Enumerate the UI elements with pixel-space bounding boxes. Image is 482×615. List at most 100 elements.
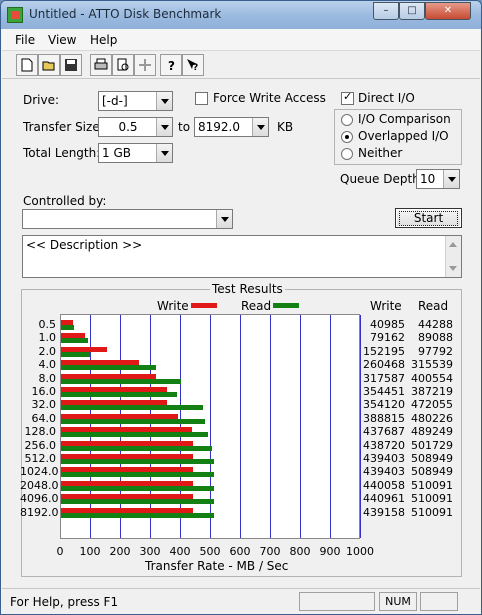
menu-help[interactable]: Help bbox=[90, 33, 117, 47]
context-help-icon[interactable]: ? bbox=[182, 54, 204, 76]
controlled-by-select[interactable] bbox=[22, 209, 233, 229]
neither-radio[interactable] bbox=[341, 148, 353, 160]
read-value: 472055 bbox=[411, 398, 453, 412]
chevron-down-icon[interactable] bbox=[216, 210, 232, 228]
legend-read-label: Read bbox=[241, 299, 272, 313]
drive-label: Drive: bbox=[23, 93, 60, 107]
chevron-down-icon[interactable] bbox=[443, 170, 459, 188]
queue-depth-select[interactable]: 10 bbox=[416, 169, 460, 189]
print-icon[interactable] bbox=[90, 54, 112, 76]
force-write-checkbox[interactable] bbox=[195, 92, 208, 105]
description-field[interactable]: << Description >> bbox=[22, 235, 462, 278]
read-value: 44288 bbox=[418, 318, 453, 331]
read-value: 508949 bbox=[411, 465, 453, 479]
total-length-select[interactable]: 1 GB bbox=[98, 143, 173, 163]
write-value: 354451 bbox=[363, 385, 405, 398]
legend-read-swatch bbox=[273, 303, 299, 308]
status-bar: For Help, press F1 NUM bbox=[2, 588, 480, 614]
start-button-label: Start bbox=[399, 211, 458, 226]
app-window: Untitled - ATTO Disk Benchmark – □ ✕ Fil… bbox=[0, 0, 482, 615]
transfer-to-value: 8192.0 bbox=[198, 120, 240, 134]
to-label: to bbox=[178, 120, 191, 134]
maximize-button[interactable]: □ bbox=[399, 2, 425, 20]
read-column-header: Read bbox=[418, 299, 449, 313]
write-column-header: Write bbox=[370, 299, 402, 313]
chevron-down-icon[interactable] bbox=[156, 92, 172, 110]
title-bar[interactable]: Untitled - ATTO Disk Benchmark – □ ✕ bbox=[1, 1, 481, 29]
start-button[interactable]: Start bbox=[395, 208, 462, 228]
open-folder-icon[interactable] bbox=[38, 54, 60, 76]
scroll-up-icon[interactable] bbox=[449, 242, 457, 247]
minimize-button[interactable]: – bbox=[373, 2, 399, 20]
y-tick-label: 4096.0 bbox=[20, 492, 59, 506]
chevron-down-icon[interactable] bbox=[156, 118, 172, 136]
transfer-size-label: Transfer Size: bbox=[23, 120, 104, 134]
force-write-label: Force Write Access bbox=[213, 91, 326, 105]
read-value: 508949 bbox=[411, 452, 453, 465]
y-tick-label: 1024.0 bbox=[20, 465, 59, 479]
help-icon[interactable]: ? bbox=[160, 54, 182, 76]
results-chart bbox=[60, 314, 361, 539]
y-tick-label: 512.0 bbox=[24, 452, 57, 465]
queue-depth-value: 10 bbox=[420, 172, 436, 186]
read-value: 315539 bbox=[411, 358, 453, 372]
new-file-icon[interactable] bbox=[16, 54, 38, 76]
write-value: 260468 bbox=[363, 358, 405, 372]
read-bar bbox=[61, 338, 88, 344]
gridline bbox=[300, 315, 301, 538]
description-scrollbar[interactable] bbox=[445, 236, 461, 277]
chevron-down-icon[interactable] bbox=[252, 118, 268, 136]
test-results-title: Test Results bbox=[210, 282, 285, 296]
read-value: 501729 bbox=[411, 438, 453, 452]
gridline bbox=[270, 315, 271, 538]
transfer-to-select[interactable]: 8192.0 bbox=[194, 117, 269, 137]
y-tick-label: 0.5 bbox=[38, 318, 57, 331]
write-value: 440058 bbox=[363, 478, 405, 492]
y-tick-label: 64.0 bbox=[31, 411, 57, 425]
drive-select[interactable]: [-d-] bbox=[98, 91, 173, 111]
drive-value: [-d-] bbox=[102, 94, 128, 108]
toolbar: ? ? bbox=[2, 51, 480, 79]
write-value: 440961 bbox=[363, 492, 405, 506]
menu-view[interactable]: View bbox=[48, 33, 76, 47]
status-cell-empty bbox=[299, 592, 375, 611]
transfer-from-select[interactable]: 0.5 bbox=[98, 117, 173, 137]
transfer-from-value: 0.5 bbox=[118, 120, 138, 134]
controlled-by-label: Controlled by: bbox=[23, 194, 107, 208]
y-tick-label: 2.0 bbox=[38, 344, 57, 358]
neither-label: Neither bbox=[358, 146, 403, 160]
io-options-group: I/O Comparison Overlapped I/O Neither bbox=[334, 109, 462, 165]
legend-write-swatch bbox=[191, 303, 217, 308]
io-comparison-radio[interactable] bbox=[341, 114, 353, 126]
x-axis-label: Transfer Rate - MB / Sec bbox=[145, 559, 289, 573]
unit-label: KB bbox=[277, 120, 294, 134]
read-bar bbox=[61, 485, 215, 491]
menu-bar: File View Help bbox=[2, 29, 480, 51]
overlapped-io-radio[interactable] bbox=[341, 131, 353, 143]
read-value: 97792 bbox=[418, 344, 453, 358]
chevron-down-icon[interactable] bbox=[156, 144, 172, 162]
read-bar bbox=[61, 459, 214, 464]
save-icon[interactable] bbox=[60, 54, 82, 76]
scroll-down-icon[interactable] bbox=[449, 266, 457, 271]
write-value: 40985 bbox=[370, 318, 405, 331]
move-icon[interactable] bbox=[134, 54, 156, 76]
write-value: 438720 bbox=[363, 438, 405, 452]
close-button[interactable]: ✕ bbox=[425, 2, 471, 20]
read-bar bbox=[61, 512, 215, 518]
legend-write-label: Write bbox=[157, 299, 189, 313]
read-bar bbox=[61, 405, 203, 411]
direct-io-checkbox[interactable] bbox=[341, 90, 354, 105]
gridline bbox=[330, 315, 331, 538]
read-bar bbox=[61, 499, 215, 505]
y-tick-label: 8192.0 bbox=[20, 505, 59, 519]
read-value: 510091 bbox=[411, 492, 453, 506]
gridline bbox=[210, 315, 211, 538]
gridline bbox=[240, 315, 241, 538]
status-text: For Help, press F1 bbox=[10, 595, 119, 609]
write-value: 79162 bbox=[370, 331, 405, 345]
read-bar bbox=[61, 418, 206, 424]
print-preview-icon[interactable] bbox=[112, 54, 134, 76]
menu-file[interactable]: File bbox=[15, 33, 35, 47]
read-bar bbox=[61, 378, 182, 384]
